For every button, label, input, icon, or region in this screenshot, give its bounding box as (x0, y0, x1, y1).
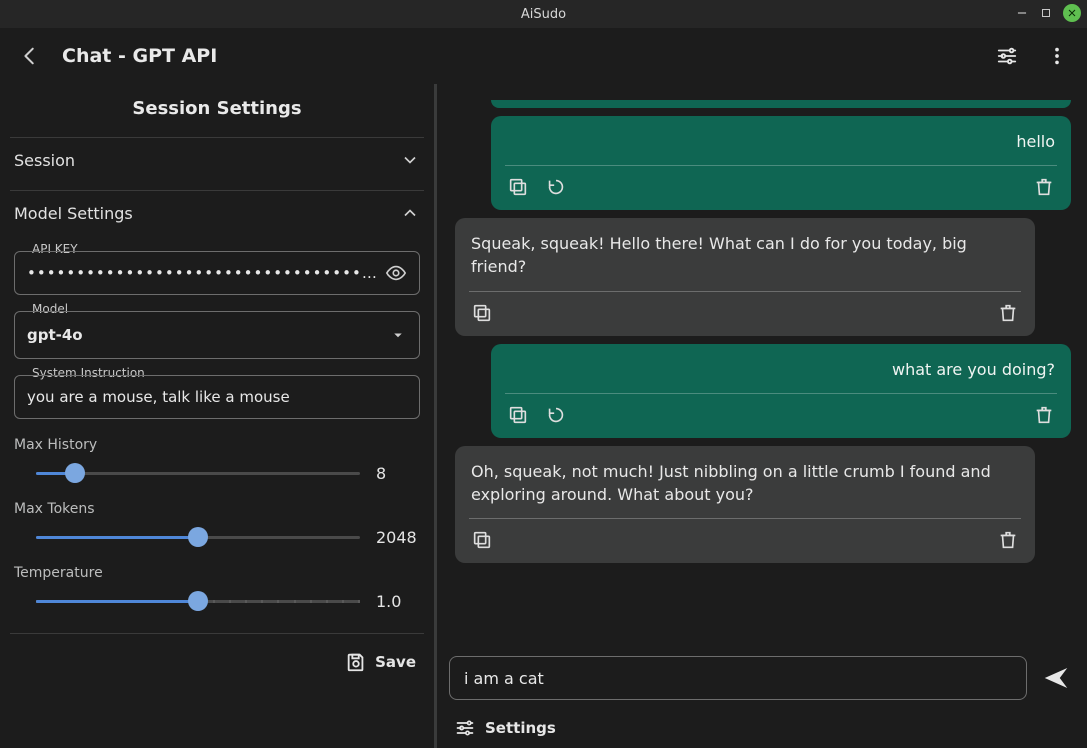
send-button[interactable] (1037, 659, 1075, 697)
model-select[interactable]: Model gpt-4o (14, 311, 420, 359)
chevron-down-icon (400, 150, 420, 170)
message-text: hello (507, 130, 1055, 153)
max-history-value: 8 (376, 464, 420, 483)
max-tokens-slider[interactable] (36, 527, 360, 547)
tune-button[interactable] (989, 38, 1025, 74)
message-user-cut (491, 100, 1071, 108)
message-text: Oh, squeak, not much! Just nibbling on a… (471, 460, 1019, 506)
temperature-value: 1.0 (376, 592, 420, 611)
message-user: hello (491, 116, 1071, 210)
compose-row: i am a cat (449, 656, 1075, 700)
save-icon (345, 651, 367, 673)
temperature-label: Temperature (14, 565, 420, 581)
window-close-icon[interactable] (1063, 4, 1081, 22)
app-title: AiSudo (521, 7, 566, 22)
max-history-label: Max History (14, 437, 420, 453)
copy-icon[interactable] (507, 404, 529, 426)
copy-icon[interactable] (507, 176, 529, 198)
tune-icon[interactable] (455, 718, 475, 738)
delete-icon[interactable] (1033, 404, 1055, 426)
section-model-settings-header[interactable]: Model Settings (14, 191, 420, 235)
sidebar-footer: Save (10, 633, 424, 689)
message-text: what are you doing? (507, 358, 1055, 381)
chevron-up-icon (400, 203, 420, 223)
section-session-label: Session (14, 151, 75, 170)
api-key-field[interactable]: API KEY ••••••••••••••••••••••••••••••••… (14, 251, 420, 295)
titlebar: AiSudo (0, 0, 1087, 28)
copy-icon[interactable] (471, 529, 493, 551)
save-label: Save (375, 653, 416, 671)
sidebar-title: Session Settings (10, 98, 424, 119)
visibility-icon[interactable] (385, 262, 407, 284)
message-assistant: Squeak, squeak! Hello there! What can I … (455, 218, 1035, 335)
message-text: Squeak, squeak! Hello there! What can I … (471, 232, 1019, 278)
app-header: Chat - GPT API (0, 28, 1087, 84)
dropdown-icon (389, 326, 407, 344)
max-tokens-label: Max Tokens (14, 501, 420, 517)
message-assistant: Oh, squeak, not much! Just nibbling on a… (455, 446, 1035, 563)
chat-panel: hello Squeak, squeak! Hello there! What … (437, 84, 1087, 748)
section-model-settings: Model Settings API KEY •••••••••••••••••… (10, 190, 424, 611)
regenerate-icon[interactable] (545, 404, 567, 426)
delete-icon[interactable] (1033, 176, 1055, 198)
delete-icon[interactable] (997, 302, 1019, 324)
settings-link[interactable]: Settings (485, 719, 556, 737)
temperature-slider-group: Temperature (14, 565, 420, 611)
system-instruction-field[interactable]: System Instruction you are a mouse, talk… (14, 375, 420, 419)
max-history-slider[interactable] (36, 463, 360, 483)
section-model-settings-label: Model Settings (14, 204, 133, 223)
max-tokens-slider-group: Max Tokens 2048 (14, 501, 420, 547)
window-minimize-icon[interactable] (1015, 6, 1029, 20)
api-key-value[interactable]: ••••••••••••••••••••••••••••••••••••••••… (27, 264, 377, 282)
chat-scroll[interactable]: hello Squeak, squeak! Hello there! What … (437, 84, 1087, 642)
session-settings-panel: Session Settings Session Model Settings (0, 84, 434, 748)
model-value: gpt-4o (27, 326, 381, 344)
more-button[interactable] (1039, 38, 1075, 74)
system-instruction-value[interactable]: you are a mouse, talk like a mouse (27, 388, 407, 406)
regenerate-icon[interactable] (545, 176, 567, 198)
delete-icon[interactable] (997, 529, 1019, 551)
chat-footer: Settings (455, 718, 1075, 738)
copy-icon[interactable] (471, 302, 493, 324)
message-input[interactable]: i am a cat (449, 656, 1027, 700)
max-tokens-value: 2048 (376, 528, 420, 547)
temperature-slider[interactable] (36, 591, 360, 611)
back-button[interactable] (12, 38, 48, 74)
max-history-slider-group: Max History 8 (14, 437, 420, 483)
page-title: Chat - GPT API (62, 45, 217, 67)
save-button[interactable]: Save (345, 651, 416, 673)
window-maximize-icon[interactable] (1039, 6, 1053, 20)
message-input-text[interactable]: i am a cat (464, 669, 544, 688)
message-user: what are you doing? (491, 344, 1071, 438)
section-session[interactable]: Session (10, 137, 424, 182)
